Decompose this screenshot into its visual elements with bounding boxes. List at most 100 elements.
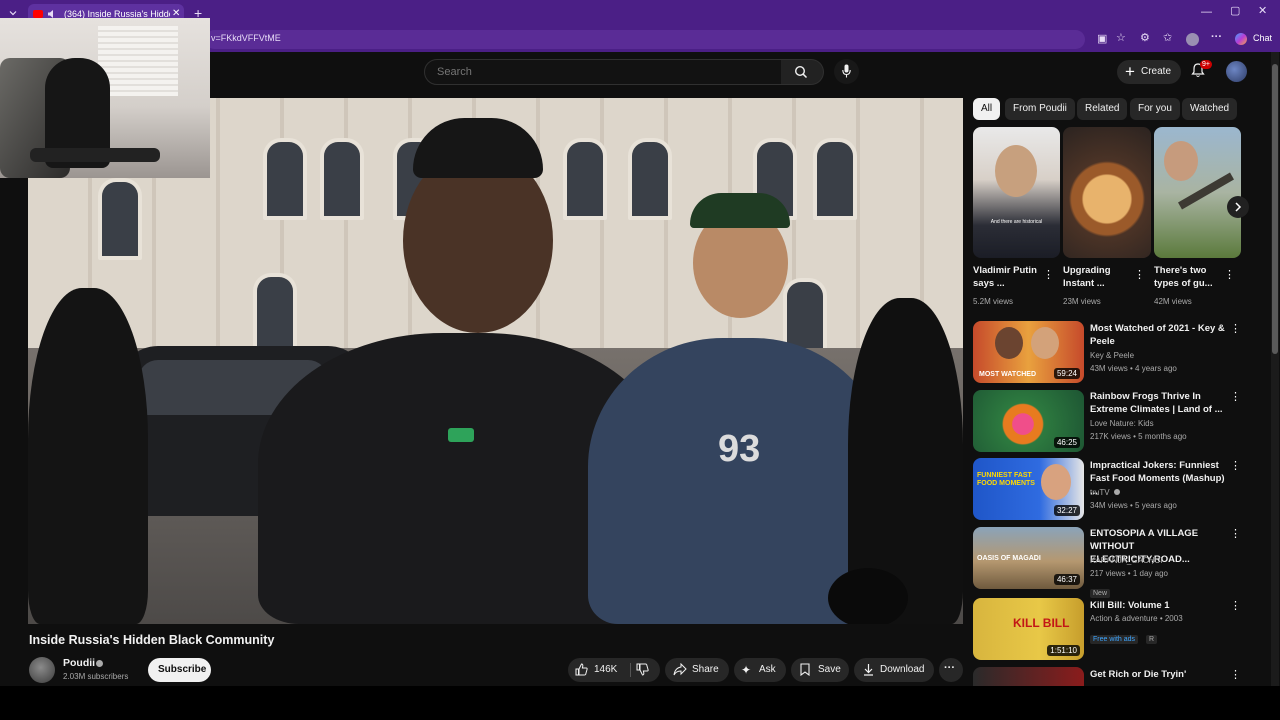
short-title[interactable]: Upgrading Instant ...	[1063, 264, 1129, 290]
close-window-icon[interactable]: ✕	[1258, 6, 1267, 17]
video-microphone	[828, 568, 908, 624]
search-button[interactable]	[781, 59, 824, 85]
voice-search-button[interactable]	[834, 59, 859, 84]
create-label: Create	[1141, 66, 1172, 77]
like-count: 146K	[594, 664, 618, 675]
short-views: 5.2M views	[973, 297, 1014, 306]
extensions-icon[interactable]: ⚙	[1140, 33, 1150, 44]
short-more-icon[interactable]: ⋮	[1224, 270, 1235, 281]
ask-label: Ask	[759, 664, 776, 675]
like-button[interactable]: 146K	[568, 658, 630, 682]
video-more-icon[interactable]: ⋮	[1230, 392, 1241, 403]
video-meta: 217K views • 5 months ago	[1090, 432, 1187, 441]
video-title-link[interactable]: Get Rich or Die Tryin'	[1090, 668, 1228, 681]
webcam-chair-arms	[30, 148, 160, 162]
video-channel[interactable]: Action & adventure • 2003	[1090, 612, 1183, 625]
download-label: Download	[880, 664, 925, 675]
account-avatar[interactable]	[1226, 61, 1247, 82]
share-button[interactable]: Share	[665, 658, 729, 682]
video-more-icon[interactable]: ⋮	[1230, 324, 1241, 335]
video-channel[interactable]: truTV	[1090, 486, 1110, 499]
chip-related[interactable]: Related	[1077, 98, 1128, 120]
short-face	[1164, 141, 1198, 181]
maximize-window-icon[interactable]: ▢	[1230, 6, 1240, 17]
short-more-icon[interactable]: ⋮	[1134, 270, 1145, 281]
video-title-link[interactable]: Impractical Jokers: Funniest Fast Food M…	[1090, 459, 1228, 498]
video-thumbnail[interactable]: MOST WATCHED 59:24	[973, 321, 1084, 383]
video-more-icon[interactable]: ⋮	[1230, 461, 1241, 472]
download-icon	[864, 664, 873, 676]
notifications-button[interactable]: 9+	[1191, 60, 1212, 78]
video-person-left	[28, 288, 148, 624]
thumbs-down-icon	[636, 663, 649, 676]
video-thumbnail[interactable]: FUNNIEST FAST FOOD MOMENTS 32:27	[973, 458, 1084, 520]
subscribe-button[interactable]: Subscribe	[148, 658, 211, 682]
chip-for-you[interactable]: For you	[1130, 98, 1180, 120]
thumb-face	[1041, 464, 1071, 500]
thumb-face	[995, 327, 1023, 359]
short-thumbnail[interactable]	[1154, 127, 1241, 258]
url-field[interactable]: v=FKkdVFFVtME	[205, 30, 1085, 49]
like-dislike-group: 146K	[568, 658, 660, 682]
sparkle-icon: ✦	[741, 663, 752, 677]
short-title[interactable]: Vladimir Putin says ...	[973, 264, 1037, 290]
chip-from-poudii[interactable]: From Poudii	[1005, 98, 1075, 120]
video-thumbnail[interactable]: OASIS OF MAGADI 46:37	[973, 527, 1084, 589]
chat-button[interactable]: Chat	[1253, 33, 1272, 43]
more-actions-button[interactable]: ···	[939, 658, 963, 682]
video-thumbnail[interactable]: 46:25	[973, 390, 1084, 452]
bookmark-star-icon[interactable]: ☆	[1116, 33, 1126, 44]
video-duration: 32:27	[1053, 505, 1080, 516]
shorts-next-button[interactable]	[1227, 196, 1249, 218]
video-more-icon[interactable]: ⋮	[1230, 529, 1241, 540]
video-meta: 217 views • 1 day ago	[1090, 569, 1168, 578]
more-horizontal-icon: ···	[944, 662, 955, 674]
video-channel[interactable]: Love Nature: Kids	[1090, 417, 1154, 430]
channel-avatar[interactable]	[29, 657, 55, 683]
create-button[interactable]: + Create	[1117, 60, 1181, 84]
video-title-link[interactable]: Most Watched of 2021 - Key & Peele	[1090, 322, 1228, 348]
profile-avatar[interactable]	[1186, 33, 1199, 46]
video-thumbnail[interactable]: KILL BILL 1:51:10	[973, 598, 1084, 660]
video-title-link[interactable]: Kill Bill: Volume 1	[1090, 599, 1228, 612]
video-more-icon[interactable]: ⋮	[1230, 601, 1241, 612]
app-available-icon[interactable]: ▣	[1097, 34, 1107, 45]
chip-watched[interactable]: Watched	[1182, 98, 1238, 120]
video-window	[628, 138, 672, 220]
search-icon	[794, 65, 808, 79]
chip-all[interactable]: All	[973, 98, 1001, 120]
browser-menu-icon[interactable]: ···	[1211, 32, 1222, 43]
video-channel[interactable]: Key & Peele	[1090, 349, 1134, 362]
video-window	[320, 138, 364, 220]
like-divider	[630, 663, 631, 677]
tab-search-chevron-icon[interactable]	[8, 8, 18, 18]
short-title[interactable]: There's two types of gu...	[1154, 264, 1220, 290]
video-meta: 43M views • 4 years ago	[1090, 364, 1177, 373]
video-channel[interactable]: KARANJA_GACHUI	[1090, 554, 1162, 567]
short-more-icon[interactable]: ⋮	[1043, 270, 1054, 281]
video-window	[263, 138, 307, 220]
scrollbar-thumb[interactable]	[1272, 64, 1278, 354]
favorites-icon[interactable]: ✩	[1163, 33, 1172, 44]
short-thumbnail[interactable]	[1063, 127, 1151, 258]
short-views: 42M views	[1154, 297, 1192, 306]
dislike-button[interactable]	[636, 663, 649, 676]
video-duration: 59:24	[1053, 368, 1080, 379]
ask-button[interactable]: ✦ Ask	[734, 658, 786, 682]
search-input[interactable]	[435, 63, 769, 81]
download-button[interactable]: Download	[854, 658, 934, 682]
webcam-window-blinds	[98, 26, 178, 96]
channel-name[interactable]: Poudii	[63, 657, 95, 669]
minimize-window-icon[interactable]: —	[1201, 7, 1212, 18]
video-window	[813, 138, 857, 220]
search-box[interactable]	[424, 59, 783, 85]
video-thumbnail[interactable]	[973, 667, 1084, 686]
video-more-icon[interactable]: ⋮	[1230, 670, 1241, 681]
page-scrollbar[interactable]	[1271, 52, 1279, 686]
short-thumbnail[interactable]: And there are historical	[973, 127, 1060, 258]
copilot-icon[interactable]	[1235, 33, 1247, 45]
thumb-overlay-text: KILL BILL	[1013, 616, 1070, 630]
video-title-link[interactable]: Rainbow Frogs Thrive In Extreme Climates…	[1090, 390, 1228, 416]
video-person-right-cap	[690, 193, 790, 228]
save-button[interactable]: Save	[791, 658, 849, 682]
